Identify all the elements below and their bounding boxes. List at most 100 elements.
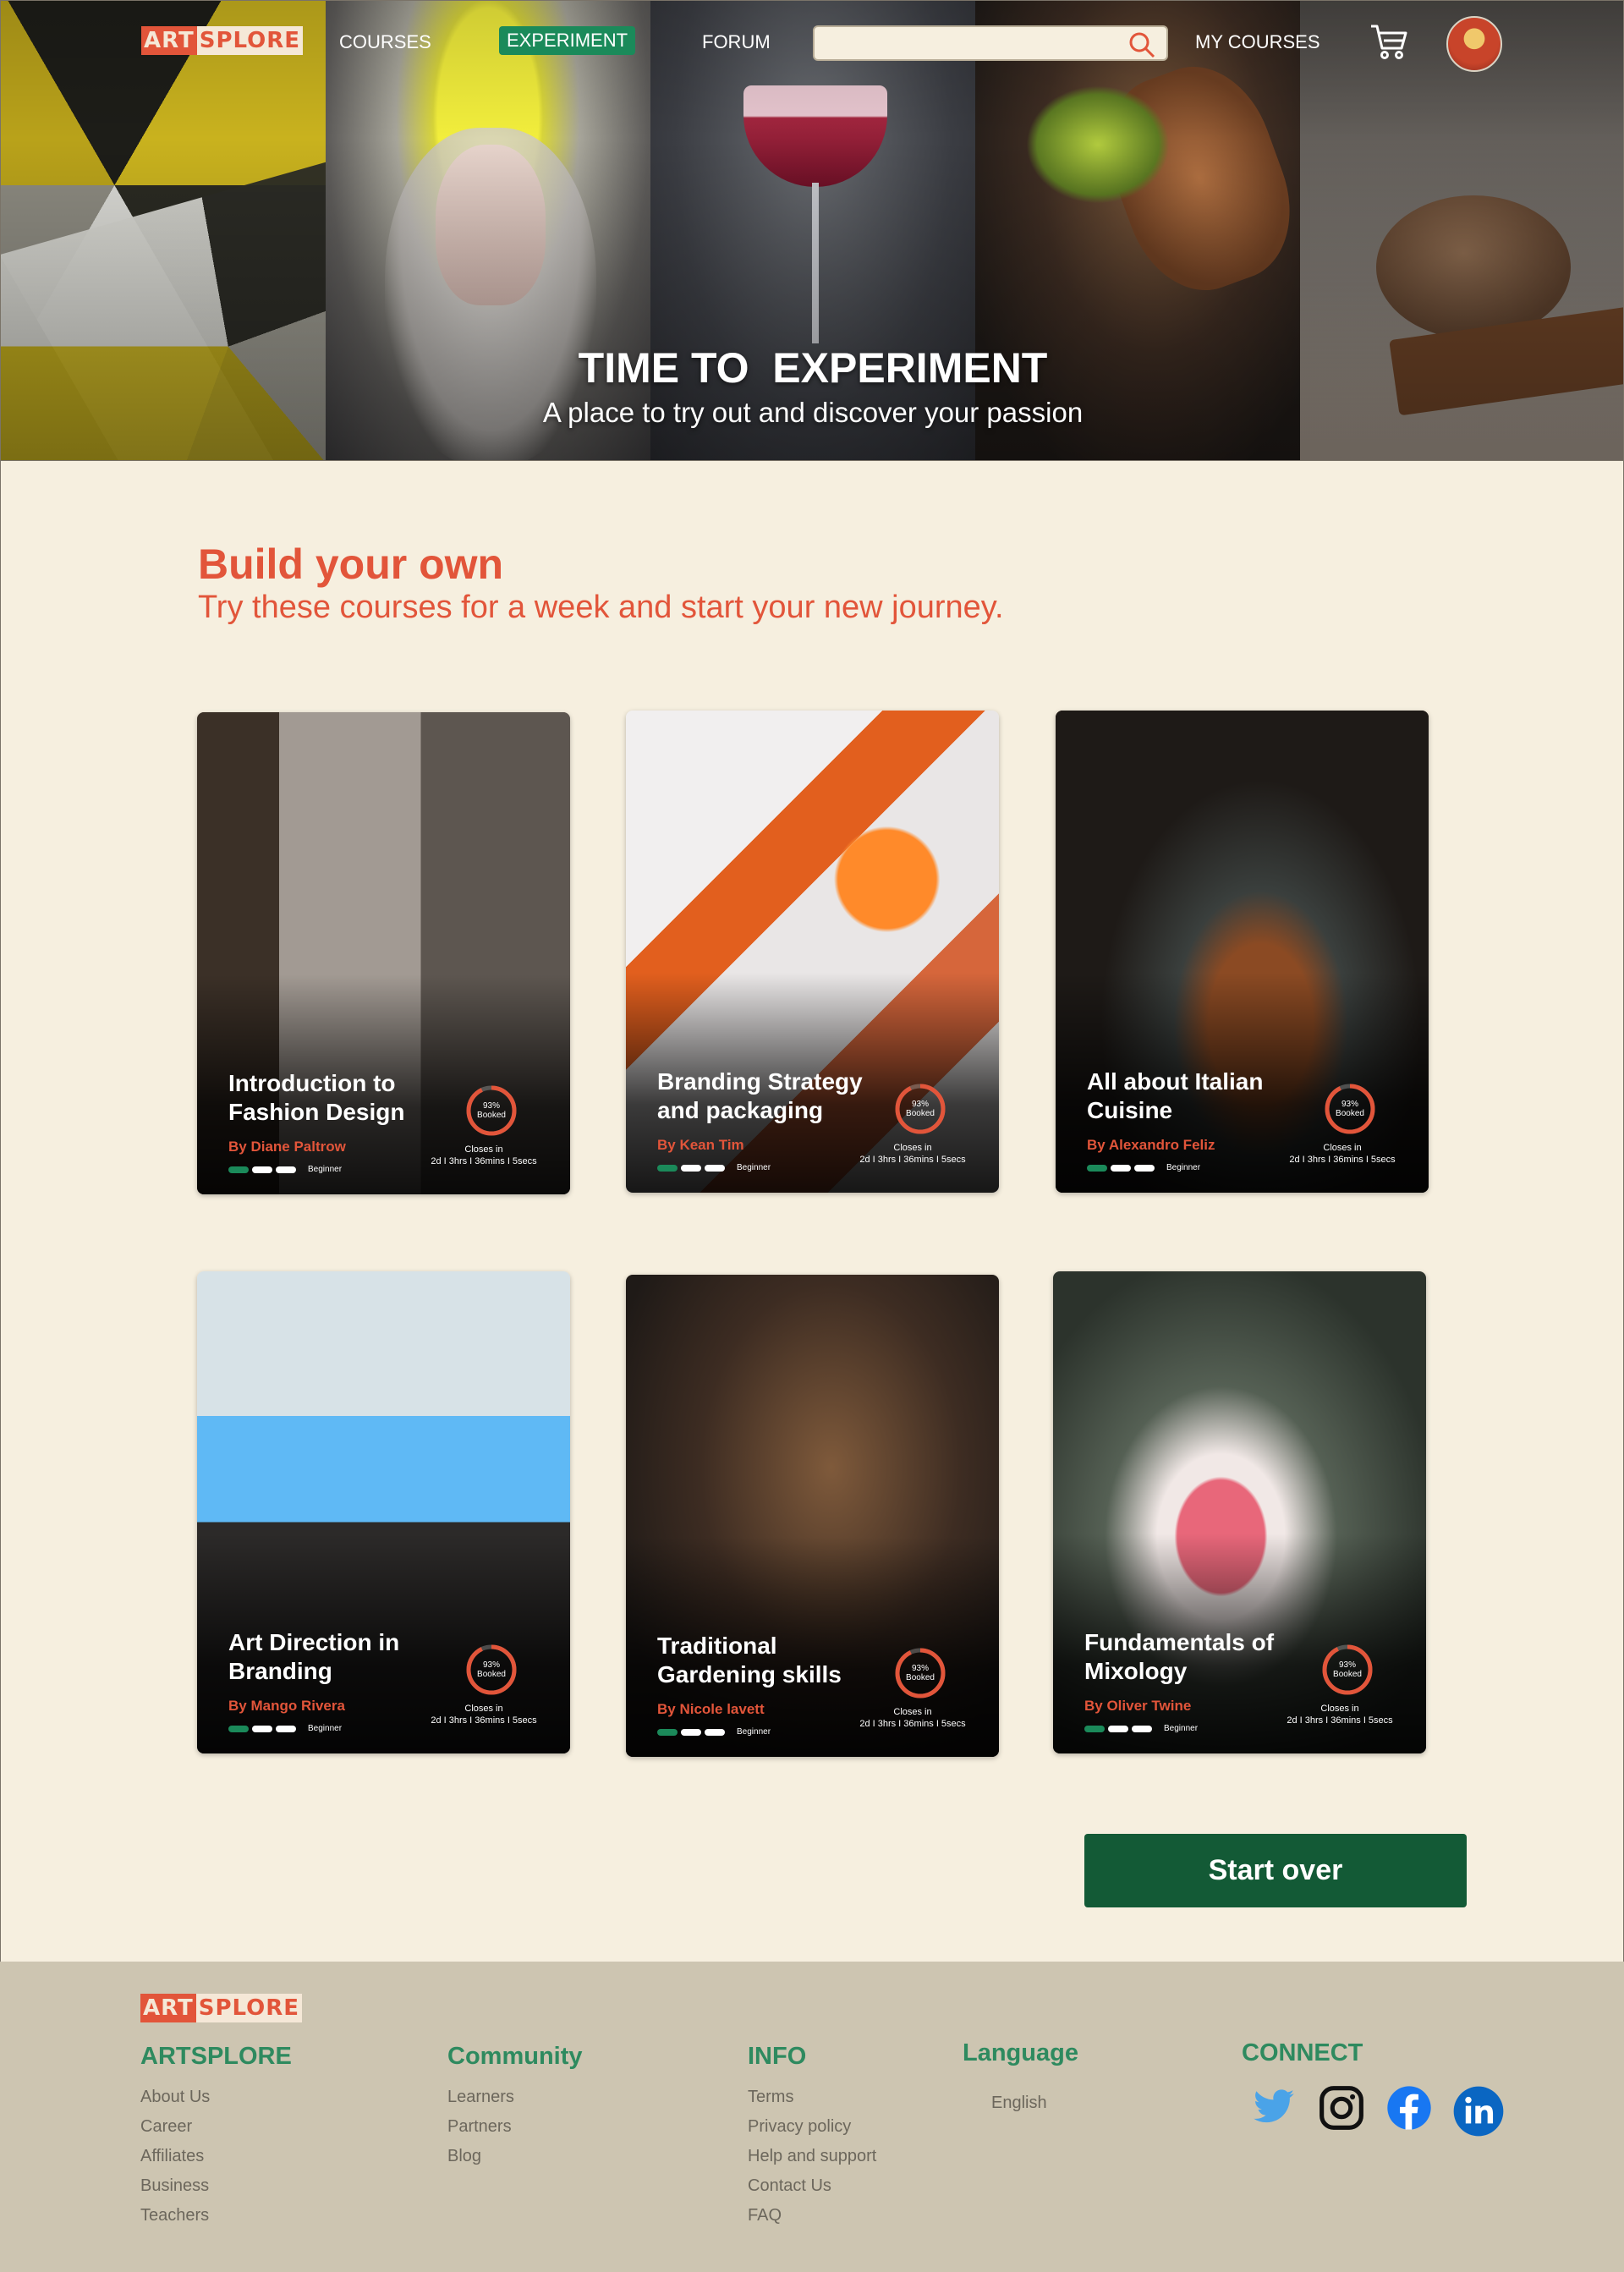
- booked-text: Booked: [477, 1111, 506, 1120]
- level-label: Beginner: [737, 1727, 771, 1737]
- closes-label: Closes in: [464, 1144, 503, 1155]
- course-author[interactable]: By Alexandro Feliz: [1087, 1137, 1215, 1154]
- level-segment: [657, 1728, 678, 1736]
- course-title: Art Direction in Branding: [228, 1629, 400, 1684]
- level-segment: [657, 1164, 678, 1172]
- hero-title: TIME TO EXPERIMENT: [578, 344, 1048, 392]
- course-card[interactable]: Traditional Gardening skills By Nicole l…: [626, 1275, 999, 1757]
- closes-label: Closes in: [893, 1707, 932, 1717]
- closes-countdown: Closes in 2d I 3hrs I 36mins I 5secs: [425, 1703, 543, 1726]
- closes-value: 2d I 3hrs I 36mins I 5secs: [431, 1156, 537, 1166]
- level-indicator: Beginner: [1087, 1163, 1200, 1172]
- course-author[interactable]: By Kean Tim: [657, 1137, 744, 1154]
- search-icon[interactable]: [1127, 31, 1156, 62]
- booked-percent: 93%: [482, 1660, 500, 1670]
- booked-label: 93% Booked: [1324, 1083, 1376, 1135]
- footer-link[interactable]: Partners: [447, 2117, 514, 2147]
- closes-countdown: Closes in 2d I 3hrs I 36mins I 5secs: [425, 1144, 543, 1167]
- course-author[interactable]: By Mango Rivera: [228, 1698, 345, 1715]
- footer-link[interactable]: Privacy policy: [748, 2117, 876, 2147]
- footer-link[interactable]: Terms: [748, 2088, 876, 2117]
- twitter-icon[interactable]: [1252, 2084, 1296, 2132]
- course-card[interactable]: All about Italian Cuisine By Alexandro F…: [1056, 711, 1429, 1193]
- course-card[interactable]: Introduction to Fashion Design By Diane …: [197, 712, 570, 1194]
- level-label: Beginner: [308, 1724, 343, 1733]
- closes-label: Closes in: [1323, 1143, 1362, 1153]
- level-segment: [681, 1728, 701, 1736]
- course-card[interactable]: Branding Strategy and packaging By Kean …: [626, 711, 999, 1193]
- footer-link[interactable]: About Us: [140, 2088, 210, 2117]
- booked-label: 93% Booked: [894, 1647, 946, 1699]
- level-label: Beginner: [308, 1165, 343, 1174]
- instagram-icon[interactable]: [1318, 2084, 1365, 2135]
- avatar[interactable]: [1446, 16, 1502, 72]
- booked-label: 93% Booked: [1321, 1644, 1374, 1696]
- cart-icon[interactable]: [1369, 23, 1410, 65]
- nav-experiment[interactable]: EXPERIMENT: [499, 26, 636, 55]
- closes-value: 2d I 3hrs I 36mins I 5secs: [1289, 1155, 1396, 1165]
- level-segment: [276, 1166, 296, 1173]
- booked-percent: 93%: [911, 1100, 929, 1109]
- footer-link[interactable]: Contact Us: [748, 2176, 876, 2206]
- footer-link[interactable]: FAQ: [748, 2206, 876, 2236]
- closes-value: 2d I 3hrs I 36mins I 5secs: [859, 1719, 966, 1729]
- course-author[interactable]: By Diane Paltrow: [228, 1139, 346, 1155]
- facebook-icon[interactable]: [1385, 2084, 1433, 2135]
- closes-value: 2d I 3hrs I 36mins I 5secs: [1287, 1715, 1393, 1726]
- footer-link[interactable]: Blog: [447, 2147, 514, 2176]
- start-over-button[interactable]: Start over: [1084, 1834, 1467, 1907]
- logo-rest: SPLORE: [195, 1994, 303, 2022]
- language-select[interactable]: English: [991, 2094, 1047, 2113]
- level-segment: [228, 1725, 249, 1732]
- hero-subtitle: A place to try out and discover your pas…: [542, 397, 1084, 428]
- footer-link[interactable]: Business: [140, 2176, 210, 2206]
- nav-my-courses[interactable]: MY COURSES: [1195, 31, 1320, 53]
- footer-link[interactable]: Teachers: [140, 2206, 210, 2236]
- booked-text: Booked: [906, 1673, 935, 1682]
- level-segment: [1084, 1725, 1105, 1732]
- footer-link[interactable]: Affiliates: [140, 2147, 210, 2176]
- footer-link[interactable]: Help and support: [748, 2147, 876, 2176]
- booked-percent: 93%: [1341, 1100, 1358, 1109]
- course-author[interactable]: By Oliver Twine: [1084, 1698, 1191, 1715]
- brand-logo[interactable]: ART SPLORE: [141, 26, 304, 55]
- level-indicator: Beginner: [1084, 1724, 1198, 1733]
- search-box: [813, 25, 1168, 61]
- search-input[interactable]: [815, 27, 1119, 59]
- booked-label: 93% Booked: [465, 1084, 518, 1137]
- level-indicator: Beginner: [657, 1163, 771, 1172]
- footer-logo[interactable]: ART SPLORE: [140, 1994, 303, 2022]
- nav-forum[interactable]: FORUM: [702, 31, 771, 53]
- footer-heading-artsplore: ARTSPLORE: [140, 2043, 292, 2070]
- level-indicator: Beginner: [657, 1727, 771, 1737]
- linkedin-icon[interactable]: [1451, 2084, 1506, 2142]
- footer-heading-language: Language: [963, 2039, 1078, 2066]
- level-label: Beginner: [1166, 1163, 1201, 1172]
- level-label: Beginner: [1164, 1724, 1199, 1733]
- level-segment: [1132, 1725, 1152, 1732]
- level-label: Beginner: [737, 1163, 771, 1172]
- nav-courses[interactable]: COURSES: [339, 31, 431, 53]
- closes-value: 2d I 3hrs I 36mins I 5secs: [431, 1715, 537, 1726]
- booked-label: 93% Booked: [894, 1083, 946, 1135]
- course-title: Traditional Gardening skills: [657, 1633, 842, 1688]
- course-author[interactable]: By Nicole lavett: [657, 1701, 765, 1718]
- booked-text: Booked: [906, 1109, 935, 1118]
- course-title: Fundamentals of Mixology: [1084, 1629, 1275, 1684]
- booked-percent: 93%: [1338, 1660, 1356, 1670]
- footer-list-community: Learners Partners Blog: [447, 2088, 514, 2176]
- footer: ART SPLORE ARTSPLORE About Us Career Affi…: [0, 1962, 1624, 2272]
- closes-countdown: Closes in 2d I 3hrs I 36mins I 5secs: [1283, 1142, 1402, 1166]
- level-segment: [252, 1725, 272, 1732]
- course-card[interactable]: Fundamentals of Mixology By Oliver Twine…: [1053, 1271, 1426, 1753]
- course-card[interactable]: Art Direction in Branding By Mango River…: [197, 1271, 570, 1753]
- closes-countdown: Closes in 2d I 3hrs I 36mins I 5secs: [853, 1706, 972, 1730]
- level-segment: [228, 1166, 249, 1173]
- level-segment: [1087, 1164, 1107, 1172]
- footer-link[interactable]: Career: [140, 2117, 210, 2147]
- footer-heading-info: INFO: [748, 2043, 807, 2070]
- level-indicator: Beginner: [228, 1165, 342, 1174]
- booked-label: 93% Booked: [465, 1644, 518, 1696]
- footer-link[interactable]: Learners: [447, 2088, 514, 2117]
- level-segment: [681, 1164, 701, 1172]
